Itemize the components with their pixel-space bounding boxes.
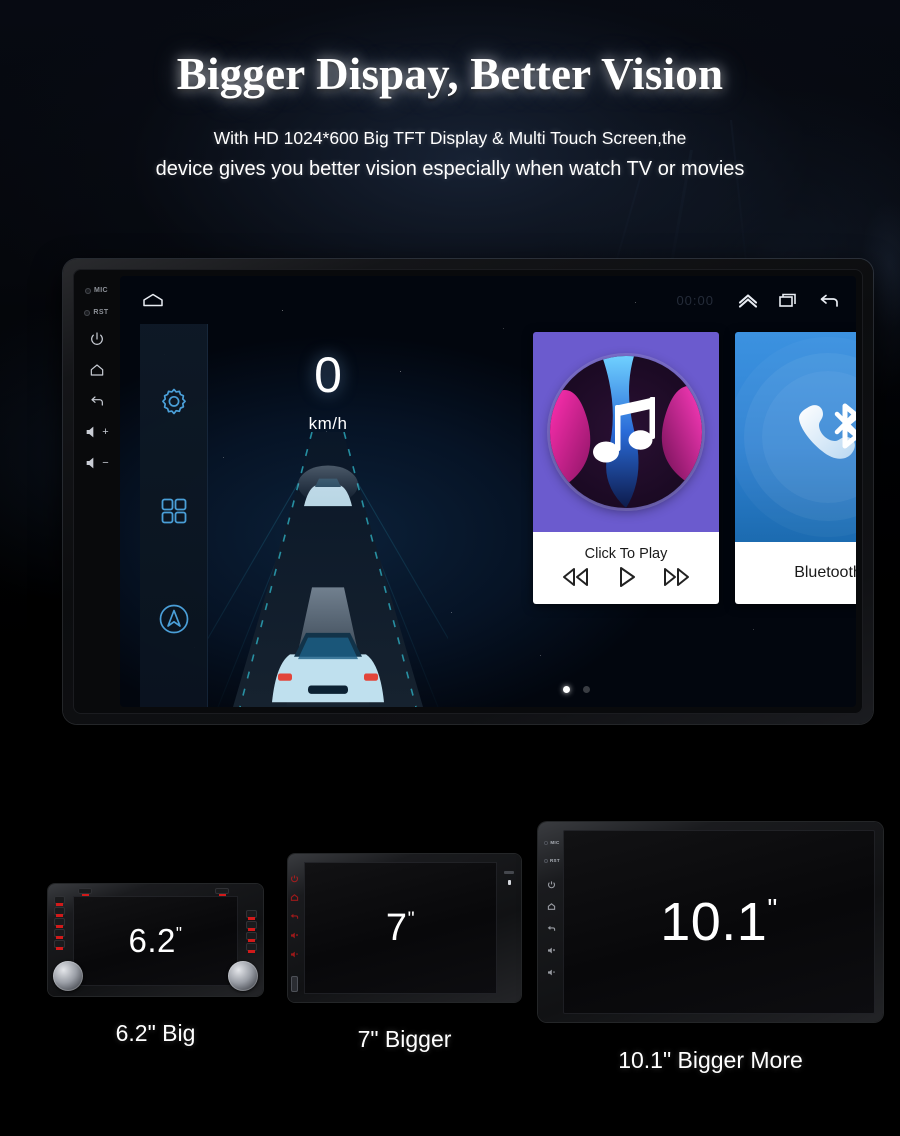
volume-down-icon[interactable] <box>290 946 299 958</box>
reset-label: RST <box>93 309 109 316</box>
unit-7-screen[interactable]: 7" <box>304 862 497 994</box>
bluetooth-card-footer: Bluetooth <box>735 542 856 604</box>
home-icon[interactable] <box>547 898 556 910</box>
back-icon[interactable] <box>290 908 299 919</box>
unit-10-1-frame: MIC RST 10.1" <box>538 822 883 1022</box>
mic-label: MIC <box>550 840 560 845</box>
unit-6-2-right-knob[interactable] <box>228 961 258 991</box>
unit-10-1: MIC RST 10.1" 10.1" Bigger More <box>538 822 883 1073</box>
mic-label: MIC <box>93 287 109 294</box>
bluetooth-card-art <box>735 332 856 542</box>
unit-6-2-size: 6.2" <box>128 922 183 959</box>
bluetooth-phone-icon <box>785 398 856 476</box>
music-card-art <box>533 332 719 532</box>
music-card-label: Click To Play <box>584 546 668 562</box>
play-icon[interactable] <box>609 564 643 590</box>
size-comparison: 6.2" 6.2" Big 7" 7" Bigger MIC RST 10.1"… <box>0 812 900 1112</box>
mic-pinhole-icon <box>84 287 91 294</box>
device-screen[interactable]: 00:00 0 km/h Click To Play Bluetooth <box>120 276 856 707</box>
unit-7-size: 7" <box>385 906 416 949</box>
reset-pinhole-icon <box>84 309 91 316</box>
bluetooth-card[interactable]: Bluetooth <box>735 332 856 604</box>
next-track-icon[interactable] <box>660 564 694 590</box>
status-bar: 00:00 <box>120 276 856 324</box>
settings-gear-icon[interactable] <box>154 384 194 424</box>
volume-up-icon[interactable] <box>547 942 556 954</box>
promo-page: Bigger Dispay, Better Vision With HD 102… <box>0 0 900 1136</box>
speed-value: 0 <box>314 347 342 403</box>
unit-7-label: 7" Bigger <box>357 1026 452 1052</box>
unit-6-2-left-keys <box>54 896 65 950</box>
unit-7-reset-label <box>504 871 514 874</box>
unit-7-frame: 7" <box>288 854 521 1002</box>
volume-up-icon[interactable]: + <box>84 424 109 440</box>
bluetooth-icon-ring <box>762 371 856 503</box>
unit-7-left-keys <box>290 862 299 958</box>
page-dot[interactable] <box>582 686 590 693</box>
power-icon[interactable] <box>89 331 105 347</box>
device-bezel: MIC RST + − 00:00 0 km/h Click To Play B… <box>73 269 863 714</box>
reset-button[interactable]: RST <box>84 309 108 316</box>
statusbar-home-icon[interactable] <box>138 289 168 311</box>
unit-7-mic-pinhole-icon <box>508 880 511 885</box>
unit-6-2-screen[interactable]: 6.2" <box>73 896 238 986</box>
unit-10-1-reset[interactable]: RST <box>544 858 560 863</box>
home-content: 0 km/h Click To Play Bluetooth <box>208 324 856 707</box>
apps-grid-icon[interactable] <box>154 491 194 531</box>
unit-6-2: 6.2" 6.2" Big <box>48 884 263 1046</box>
page-indicator <box>296 686 856 693</box>
main-head-unit: MIC RST + − 00:00 0 km/h Click To Play B… <box>63 259 873 724</box>
unit-7: 7" 7" Bigger <box>288 854 521 1052</box>
speed-unit: km/h <box>308 413 348 433</box>
volume-up-icon[interactable] <box>290 927 299 939</box>
mic-indicator: MIC <box>84 287 109 294</box>
unit-10-1-screen[interactable]: 10.1" <box>563 830 875 1014</box>
reset-label: RST <box>550 858 560 863</box>
road-illustration <box>208 432 448 707</box>
home-icon[interactable] <box>89 362 105 378</box>
hardware-key-column: MIC RST + − <box>73 269 120 714</box>
album-disc <box>550 356 702 508</box>
bluetooth-card-label: Bluetooth <box>794 564 856 581</box>
volume-up-label: + <box>102 425 109 438</box>
unit-6-2-left-knob[interactable] <box>53 961 83 991</box>
music-card-footer: Click To Play <box>533 532 719 604</box>
power-icon[interactable] <box>290 870 299 883</box>
power-icon[interactable] <box>547 876 556 889</box>
volume-down-label: − <box>102 456 109 469</box>
unit-7-sd-slot <box>291 976 298 992</box>
mic-pinhole-icon <box>544 840 549 845</box>
back-icon[interactable] <box>89 393 105 409</box>
unit-10-1-size: 10.1" <box>660 892 778 952</box>
app-sidebar <box>140 324 208 707</box>
reset-pinhole-icon <box>544 858 548 863</box>
unit-6-2-right-keys <box>246 910 257 953</box>
music-card[interactable]: Click To Play <box>533 332 719 604</box>
navigation-icon[interactable] <box>154 599 194 639</box>
volume-down-icon[interactable]: − <box>84 455 109 471</box>
unit-6-2-label: 6.2" Big <box>115 1020 196 1046</box>
page-headline: Bigger Dispay, Better Vision <box>176 49 724 99</box>
unit-6-2-frame: 6.2" <box>48 884 263 996</box>
recents-icon[interactable] <box>774 289 802 311</box>
transport-controls <box>533 564 719 590</box>
back-icon[interactable] <box>547 920 556 931</box>
previous-track-icon[interactable] <box>558 564 592 590</box>
subtitle-line-2: device gives you better vision especiall… <box>155 158 745 180</box>
chevron-up-icon[interactable] <box>734 289 762 311</box>
back-icon[interactable] <box>814 289 842 311</box>
home-icon[interactable] <box>290 889 299 901</box>
volume-down-icon[interactable] <box>547 964 556 976</box>
unit-10-1-left-keys: MIC RST <box>544 832 560 976</box>
statusbar-clock: 00:00 <box>676 292 714 308</box>
unit-10-1-label: 10.1" Bigger More <box>618 1047 803 1073</box>
unit-10-1-mic: MIC <box>544 840 559 845</box>
page-dot-active[interactable] <box>562 686 570 693</box>
music-note-icon <box>589 393 663 471</box>
subtitle-line-1: With HD 1024*600 Big TFT Display & Multi… <box>213 128 687 148</box>
speedometer-widget[interactable]: 0 km/h <box>208 324 448 707</box>
